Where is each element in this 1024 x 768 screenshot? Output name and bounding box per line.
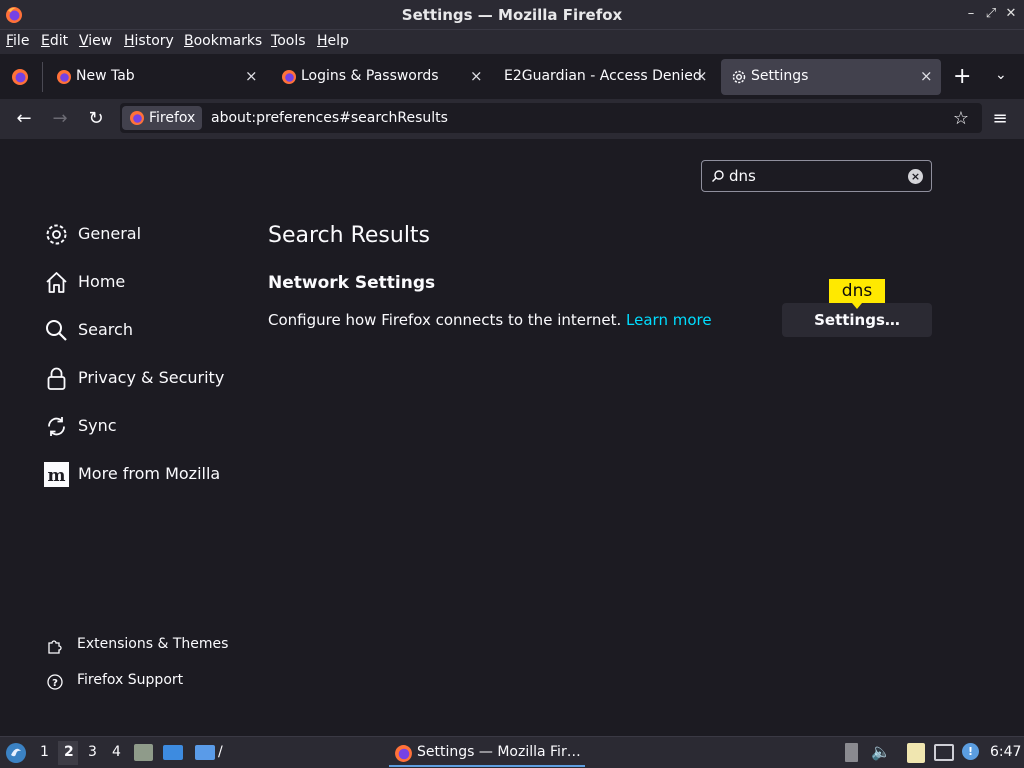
window-titlebar: Settings — Mozilla Firefox – ⤢ ✕ (0, 0, 1024, 30)
tab-separator (42, 62, 43, 92)
search-icon (712, 170, 724, 182)
category-label: Privacy & Security (78, 368, 225, 387)
tab-label: E2Guardian - Access Denied (504, 68, 702, 84)
identity-box[interactable]: Firefox (122, 106, 202, 130)
list-all-tabs-chevron-icon[interactable]: ⌄ (995, 67, 1007, 83)
clock: 6:47 (990, 744, 1022, 760)
tab-logins-passwords[interactable]: Logins & Passwords × (271, 59, 491, 95)
gear-icon (46, 224, 67, 245)
task-label: Settings — Mozilla Fir… (417, 744, 581, 760)
taskbar-firefox-task[interactable]: Settings — Mozilla Fir… (389, 739, 585, 767)
category-label: General (78, 224, 142, 243)
tab-e2guardian[interactable]: E2Guardian - Access Denied × (496, 59, 716, 95)
forward-arrow-icon[interactable]: → (48, 107, 72, 131)
help-icon: ? (47, 674, 63, 690)
home-icon (46, 272, 67, 293)
folder-label: / (218, 744, 223, 760)
menu-view[interactable]: View (79, 33, 112, 49)
search-icon (46, 320, 67, 341)
workspace-3[interactable]: 3 (88, 744, 97, 760)
preferences-content: dns × General Home Search Privacy & Secu… (0, 139, 1024, 736)
tab-label: Logins & Passwords (301, 68, 439, 84)
menu-edit[interactable]: Edit (41, 33, 68, 49)
minimize-button[interactable]: – (962, 5, 980, 23)
bookmark-star-icon[interactable]: ☆ (949, 107, 973, 131)
section-description: Configure how Firefox connects to the in… (268, 311, 712, 329)
category-label: Home (78, 272, 126, 291)
lock-icon (47, 367, 66, 390)
tab-label: New Tab (76, 68, 135, 84)
workspace-1[interactable]: 1 (40, 744, 49, 760)
folder-icon[interactable] (195, 745, 215, 760)
tab-close-icon[interactable]: × (920, 67, 933, 85)
volume-tray-icon[interactable]: 🔈 (871, 742, 891, 761)
category-label: Search (78, 320, 133, 339)
clear-search-icon[interactable]: × (908, 169, 923, 184)
desktop-launcher-icon[interactable] (163, 745, 183, 760)
gear-icon (732, 70, 746, 84)
files-launcher-icon[interactable] (134, 744, 153, 761)
tab-close-icon[interactable]: × (470, 67, 483, 85)
window-title: Settings — Mozilla Firefox (401, 6, 623, 24)
tab-close-icon[interactable]: × (245, 67, 258, 85)
firefox-identity-icon (130, 111, 144, 125)
battery-tray-icon[interactable] (845, 743, 858, 762)
svg-text:?: ? (52, 678, 58, 689)
url-text[interactable]: about:preferences#searchResults (211, 110, 448, 126)
menu-history[interactable]: History (124, 33, 174, 49)
firefox-favicon-icon (282, 70, 296, 84)
restore-button[interactable]: ⤢ (982, 5, 1000, 23)
menu-bookmarks[interactable]: Bookmarks (184, 33, 262, 49)
sync-icon (48, 417, 65, 436)
menu-bar: File Edit View History Bookmarks Tools H… (0, 30, 1024, 54)
search-highlight-badge: dns (829, 279, 885, 309)
start-menu-icon[interactable] (5, 742, 27, 764)
firefox-task-icon (395, 745, 412, 762)
category-label: More from Mozilla (78, 464, 221, 483)
section-title: Network Settings (268, 273, 436, 293)
clipboard-tray-icon[interactable] (907, 743, 925, 763)
tab-label: Settings (751, 68, 809, 84)
reload-icon[interactable]: ↻ (84, 107, 108, 131)
network-tray-icon[interactable] (934, 744, 954, 761)
app-menu-hamburger-icon[interactable]: ≡ (988, 107, 1012, 131)
search-preferences-input[interactable]: dns × (701, 160, 932, 192)
puzzle-icon (48, 640, 62, 654)
tab-settings[interactable]: Settings × (721, 59, 941, 95)
workspace-4[interactable]: 4 (112, 744, 121, 760)
taskbar: 1 2 3 4 / Settings — Mozilla Fir… 🔈 ! 6:… (0, 736, 1024, 768)
menu-file[interactable]: File (6, 33, 29, 49)
close-window-button[interactable]: ✕ (1002, 5, 1020, 23)
menu-tools[interactable]: Tools (271, 33, 306, 49)
search-value: dns (729, 167, 756, 185)
tab-close-icon[interactable]: × (695, 67, 708, 85)
footer-link-label: Firefox Support (77, 672, 184, 688)
settings-button-label: Settings… (814, 311, 900, 329)
footer-link-label: Extensions & Themes (77, 636, 229, 652)
category-label: Sync (78, 416, 117, 435)
description-text: Configure how Firefox connects to the in… (268, 311, 622, 329)
firefox-view-icon[interactable] (11, 68, 29, 86)
tab-new-tab[interactable]: New Tab × (46, 59, 266, 95)
identity-label: Firefox (149, 110, 196, 126)
firefox-favicon-icon (57, 70, 71, 84)
new-tab-plus-icon[interactable]: + (953, 64, 971, 89)
menu-help[interactable]: Help (317, 33, 349, 49)
url-bar[interactable]: Firefox about:preferences#searchResults (120, 103, 982, 133)
svg-text:m: m (48, 466, 66, 486)
tab-bar: New Tab × Logins & Passwords × E2Guardia… (0, 54, 1024, 99)
notification-tray-icon[interactable]: ! (962, 743, 979, 760)
workspace-2[interactable]: 2 (64, 744, 74, 760)
navigation-bar: ← → ↻ Firefox about:preferences#searchRe… (0, 99, 1024, 139)
back-arrow-icon[interactable]: ← (12, 107, 36, 131)
page-title: Search Results (268, 223, 431, 248)
mozilla-icon: m (44, 462, 69, 487)
learn-more-link[interactable]: Learn more (626, 311, 712, 329)
